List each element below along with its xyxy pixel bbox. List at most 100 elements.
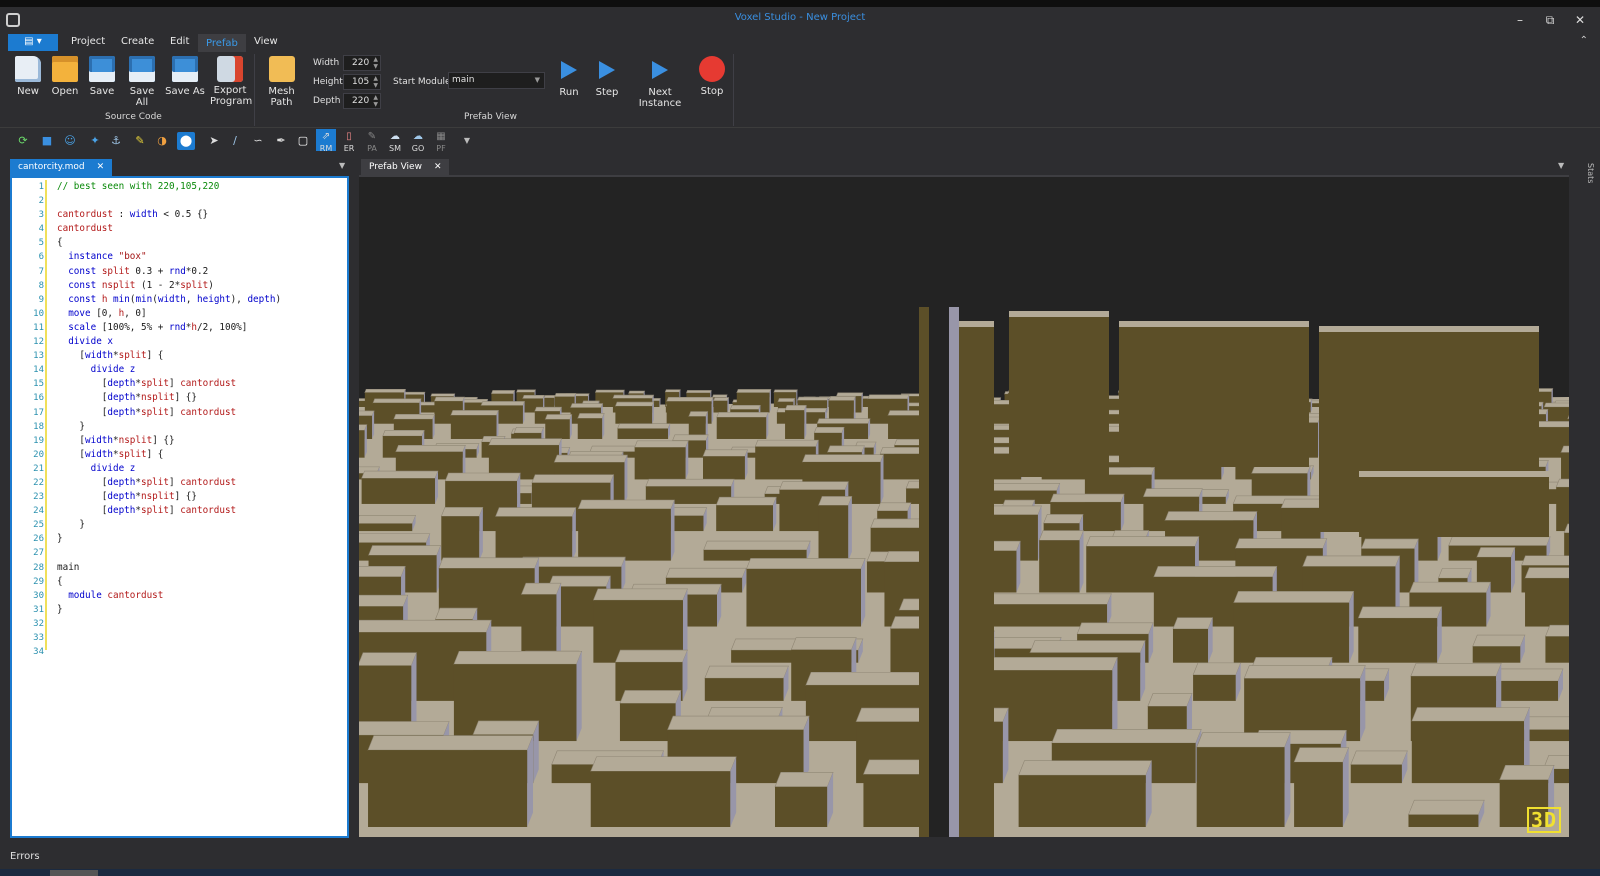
block-top [784,405,807,411]
tab-project[interactable]: Project [71,36,105,47]
save-as-button[interactable]: Save As [165,56,205,97]
tool-rm[interactable]: ⇗ RM [316,129,336,153]
dome-icon[interactable]: ◑ [153,132,171,150]
save-small-icon[interactable]: ■ [38,132,56,150]
toolbar-overflow-icon[interactable]: ▼ [458,132,476,150]
block-top [801,454,884,463]
tab-editor[interactable]: cantorcity.mod ✕ [10,159,113,176]
spin-arrows-icon[interactable]: ▲ ▼ [373,56,378,70]
block-front [619,703,676,742]
block-top [1043,514,1084,524]
code-text: cantordust : width < 0.5 {} [57,209,209,221]
viewport-tabs-dropdown-icon[interactable]: ▼ [1558,161,1564,170]
block-top [986,593,1112,605]
pencil-icon[interactable]: ✎ [131,132,149,150]
start-module-select[interactable]: main ▼ [448,72,545,89]
close-tab-icon[interactable]: ✕ [434,162,442,172]
stop-button[interactable]: Stop [698,56,726,97]
code-line: 19 [width*nsplit] {} [12,434,347,448]
minimize-icon[interactable]: – [1510,11,1530,29]
block-side [848,496,852,561]
shape-icon[interactable]: ▢ [294,132,312,150]
editor-tabs-dropdown-icon[interactable]: ▼ [339,161,345,170]
stats-side-tab[interactable]: Stats [1586,163,1595,183]
line-number: 31 [33,604,44,615]
tab-create[interactable]: Create [121,36,154,47]
cursor-icon[interactable]: ➤ [205,132,223,150]
save-all-button[interactable]: Save All [122,56,162,108]
block-side [769,389,771,413]
errors-panel-tab[interactable]: Errors [10,851,40,862]
code-line: 15 [depth*split] cantordust [12,377,347,391]
code-editor[interactable]: 1// best seen with 220,105,220 2 3 cantordu… [10,176,349,838]
tab-edit[interactable]: Edit [170,36,189,47]
block-top [1524,567,1569,579]
brush-icon[interactable]: ✒ [272,132,290,150]
walk-icon[interactable]: ☺ [61,132,79,150]
block-front [1408,814,1479,827]
block-front [590,771,731,827]
new-button[interactable]: New [13,56,43,97]
voxel-city-render [359,307,1569,837]
block-side [372,410,375,439]
tool-sm[interactable]: ☁ SM [385,132,405,154]
mesh-path-button[interactable]: Mesh Path [259,56,304,108]
block-top [1280,498,1325,509]
block-top [773,389,798,393]
code-line: 22 [depth*split] cantordust [12,476,347,490]
line-number: 9 [38,294,44,305]
curve-icon[interactable]: ∽ [249,132,267,150]
file-menu-button[interactable]: ▤ ▾ [8,34,58,51]
run-button[interactable]: Run [557,56,581,98]
block-top [372,398,422,404]
block-top [480,401,526,406]
code-line: 9 const h min(min(width, height), depth) [12,293,347,307]
close-icon[interactable]: ✕ [1570,11,1590,29]
line-icon[interactable]: ∕ [226,132,244,150]
prefab-viewport[interactable]: 3D [359,177,1569,837]
close-tab-icon[interactable]: ✕ [97,162,105,172]
restore-icon[interactable]: ⧉ [1540,11,1560,29]
block-top [359,652,417,666]
open-button[interactable]: Open [50,56,80,97]
code-text: [depth*split] cantordust [57,476,237,488]
line-number: 30 [33,590,44,601]
spin-arrows-icon[interactable]: ▲ ▼ [373,94,378,108]
block-top [778,481,849,491]
width-stepper[interactable]: 220 ▲ ▼ [343,55,381,71]
save-button[interactable]: Save [87,56,117,97]
tab-prefab-view[interactable]: Prefab View ✕ [361,159,450,176]
export-program-button[interactable]: Export Program [210,56,252,108]
collapse-ribbon-icon[interactable]: ⌃ [1580,35,1588,46]
tool-er[interactable]: ▯ ER [339,131,359,154]
tool-pa[interactable]: ✎ PA [362,132,382,154]
line-number: 14 [33,365,44,376]
step-button[interactable]: Step [593,56,621,98]
line-number: 3 [38,210,44,221]
eraser-icon: ▯ [346,131,352,142]
depth-stepper[interactable]: 220 ▲ ▼ [343,93,381,109]
sphere-icon[interactable]: ⬤ [177,132,195,150]
block-top [1164,511,1258,521]
tab-prefab[interactable]: Prefab [198,34,246,52]
new-file-icon [15,56,41,82]
block-top [472,720,540,735]
start-module-value: main [452,75,475,85]
anchor-icon[interactable]: ⚓ [107,132,125,150]
height-stepper[interactable]: 105 ▲ ▼ [343,74,381,90]
block-top [716,412,769,418]
ribbon: New Open Save Save All Save As Export Pr… [0,52,1600,128]
code-text: [depth*split] cantordust [57,406,237,418]
refresh-icon[interactable]: ⟳ [14,132,32,150]
tool-go[interactable]: ☁ GO [408,132,428,154]
view-mode-badge[interactable]: 3D [1526,807,1561,833]
tab-view[interactable]: View [254,36,278,47]
next-instance-button[interactable]: Next Instance [629,56,691,109]
taskbar-app-button[interactable] [50,870,98,876]
fly-icon[interactable]: ✦ [86,132,104,150]
tool-pf[interactable]: ▦ PF [431,132,451,154]
block-side [880,454,884,504]
save-as-icon [172,56,198,82]
spin-arrows-icon[interactable]: ▲ ▼ [373,75,378,89]
code-text: } [57,533,63,545]
